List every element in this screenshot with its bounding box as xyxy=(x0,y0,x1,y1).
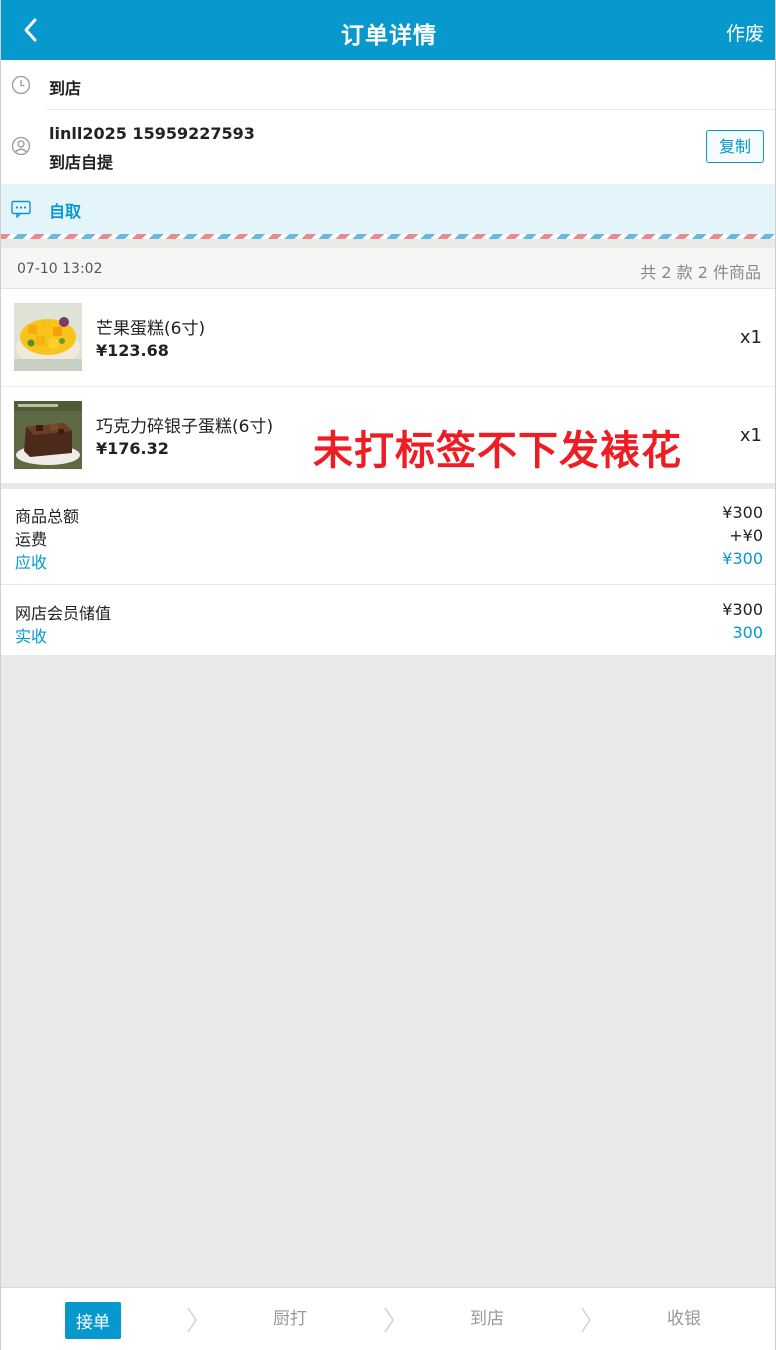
amount-received-line: 实收 300 xyxy=(15,623,763,646)
chevron-right-icon xyxy=(384,1307,394,1333)
void-order-button[interactable]: 作废 xyxy=(726,19,764,46)
pickup-method: 到店自提 xyxy=(49,153,114,172)
order-time: 07-10 13:02 xyxy=(17,261,103,277)
chocolate-cake-image xyxy=(14,401,82,469)
item-price: ¥176.32 xyxy=(96,439,169,458)
item-quantity: x1 xyxy=(739,425,762,446)
order-detail-screen: 订单详情 作废 到店 linll2025 15959227593 到店自提 复制 xyxy=(0,0,776,1350)
shipping-label: 运费 xyxy=(15,530,48,549)
warning-caption: 未打标签不下发裱花 xyxy=(313,428,682,474)
goods-total-label: 商品总额 xyxy=(15,507,80,526)
step-accept[interactable]: 接单 xyxy=(65,1302,121,1339)
customer-contact: linll2025 15959227593 xyxy=(49,124,255,143)
copy-button[interactable]: 复制 xyxy=(706,130,764,163)
amount-received-label: 实收 xyxy=(15,627,48,646)
item-name: 芒果蛋糕(6寸) xyxy=(96,319,206,339)
payment-method-value: ¥300 xyxy=(722,600,763,619)
list-item: 芒果蛋糕(6寸) ¥123.68 x1 xyxy=(1,289,775,386)
top-bar: 订单详情 作废 xyxy=(1,0,775,60)
item-count-summary: 共 2 款 2 件商品 xyxy=(640,263,761,282)
amount-due-label: 应收 xyxy=(15,553,48,572)
amount-due-line: 应收 ¥300 xyxy=(15,549,763,572)
delivery-time-row: 到店 xyxy=(1,60,775,110)
user-icon xyxy=(11,136,31,156)
step-arrive[interactable]: 到店 xyxy=(470,1304,504,1329)
step-kitchen-print[interactable]: 厨打 xyxy=(273,1304,307,1329)
order-summary-header: 07-10 13:02 共 2 款 2 件商品 xyxy=(1,248,775,289)
item-quantity: x1 xyxy=(739,327,762,348)
item-price: ¥123.68 xyxy=(96,341,169,360)
clock-icon xyxy=(11,75,31,95)
step-checkout[interactable]: 收银 xyxy=(667,1304,701,1329)
delivery-type-text: 到店 xyxy=(49,79,82,98)
chevron-right-icon xyxy=(581,1307,591,1333)
shipping-value: +¥0 xyxy=(729,526,763,545)
goods-total-line: 商品总额 ¥300 xyxy=(15,503,763,526)
payment-method-label: 网店会员储值 xyxy=(15,604,112,623)
item-name: 巧克力碎银子蛋糕(6寸) xyxy=(96,417,274,437)
order-progress-steps: 接单 厨打 到店 收银 xyxy=(1,1287,775,1350)
totals-section: 商品总额 ¥300 运费 +¥0 应收 ¥300 xyxy=(1,489,775,584)
page-title: 订单详情 xyxy=(341,23,437,49)
remark-text: 自取 xyxy=(49,202,82,221)
remark-row: 自取 xyxy=(1,184,775,234)
chevron-right-icon xyxy=(187,1307,197,1333)
goods-total-value: ¥300 xyxy=(722,503,763,522)
order-info-section: 到店 linll2025 15959227593 到店自提 复制 自取 xyxy=(1,60,775,239)
payment-method-line: 网店会员储值 ¥300 xyxy=(15,600,763,623)
amount-received-value: 300 xyxy=(732,623,763,642)
shipping-line: 运费 +¥0 xyxy=(15,526,763,549)
payment-section: 网店会员储值 ¥300 实收 300 xyxy=(1,584,775,655)
airmail-border xyxy=(1,234,775,239)
message-icon xyxy=(11,200,31,218)
customer-row: linll2025 15959227593 到店自提 复制 xyxy=(1,110,775,184)
amount-due-value: ¥300 xyxy=(722,549,763,568)
mango-cake-image xyxy=(14,303,82,371)
